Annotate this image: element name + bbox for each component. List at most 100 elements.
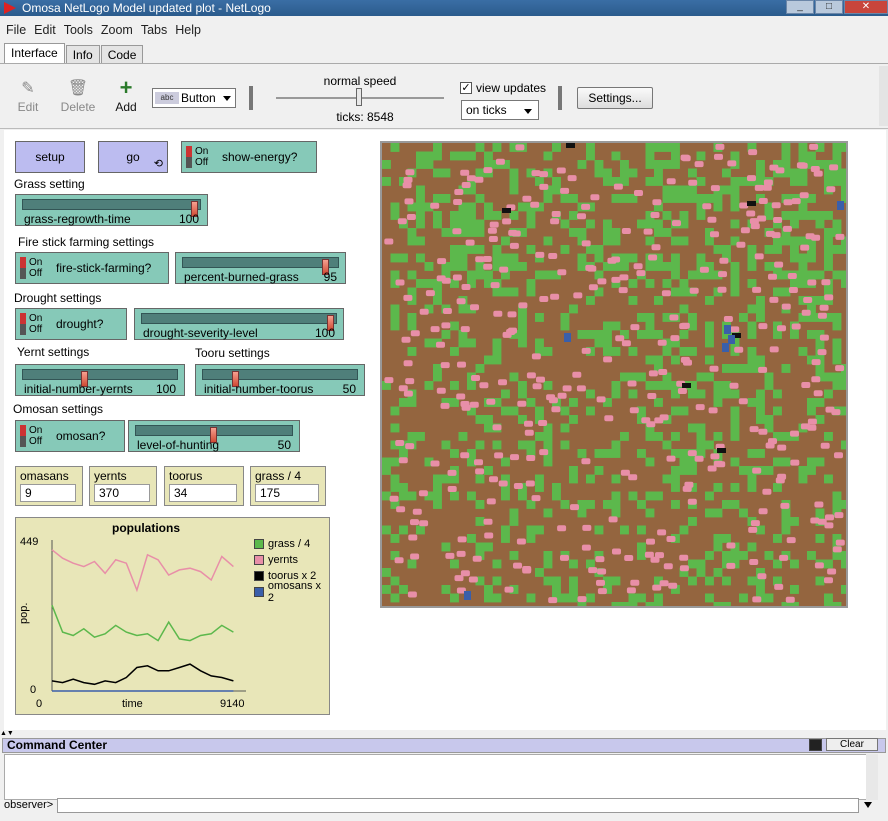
grass-patch — [739, 551, 748, 560]
grass-patch — [526, 500, 536, 509]
close-icon[interactable]: ✕ — [844, 0, 888, 14]
yernt-agent — [729, 382, 739, 389]
maximize-icon[interactable]: □ — [815, 0, 843, 14]
yernt-agent — [457, 536, 467, 543]
fire-stick-farming-switch[interactable]: On Off fire-stick-farming? — [15, 252, 169, 284]
slider-track[interactable] — [135, 425, 293, 443]
grass-patch — [679, 304, 689, 314]
grass-patch — [475, 364, 485, 373]
yernt-agent — [403, 360, 413, 367]
grass-patch — [841, 585, 846, 594]
yernt-agent — [765, 442, 775, 449]
grass-patch — [518, 338, 527, 348]
switch-on-label: On — [29, 425, 43, 436]
settings-button[interactable]: Settings... — [577, 87, 653, 109]
yernt-agent — [581, 347, 591, 354]
widget-type-dropdown[interactable]: abc Button — [152, 88, 236, 108]
drought-severity-slider[interactable]: drought-severity-level 100 — [134, 308, 344, 340]
initial-yernts-slider[interactable]: initial-number-yernts 100 — [15, 364, 185, 396]
world-view[interactable] — [380, 141, 848, 608]
menu-tabs[interactable]: Tabs — [141, 23, 167, 37]
grass-regrowth-slider[interactable]: grass-regrowth-time 100 — [15, 194, 208, 226]
slider-track[interactable] — [182, 257, 339, 275]
tab-info[interactable]: Info — [65, 45, 100, 64]
toolbar-scrollbar[interactable] — [879, 66, 888, 126]
level-of-hunting-slider[interactable]: level-of-hunting 50 — [128, 420, 300, 452]
command-output[interactable] — [4, 754, 876, 800]
tab-interface[interactable]: Interface — [4, 43, 65, 64]
populations-plot[interactable]: populations 449 0 0 9140 time pop. grass… — [15, 517, 330, 715]
command-input[interactable] — [57, 798, 872, 813]
observer-prompt[interactable]: observer> — [4, 798, 53, 812]
menu-zoom[interactable]: Zoom — [101, 23, 133, 37]
grass-patch — [399, 449, 408, 458]
slider-track[interactable] — [141, 313, 337, 331]
edit-button[interactable]: ✎ Edit — [8, 78, 48, 114]
initial-toorus-slider[interactable]: initial-number-toorus 50 — [195, 364, 365, 396]
yernt-agent — [604, 415, 614, 422]
yernt-agent — [570, 504, 579, 511]
grass-patch — [730, 364, 740, 373]
yernt-agent — [628, 474, 638, 481]
go-button[interactable]: go ⟲ — [98, 141, 168, 173]
speed-slider-handle[interactable] — [356, 88, 362, 106]
minimize-icon[interactable]: _ — [786, 0, 814, 14]
menu-file[interactable]: File — [6, 23, 26, 37]
grass-patch — [628, 279, 638, 288]
slider-track[interactable] — [22, 199, 201, 217]
grass-patch — [628, 593, 638, 603]
grass-patch — [662, 228, 672, 237]
grass-patch — [526, 279, 536, 288]
yernt-agent — [758, 198, 768, 204]
grass-patch — [662, 440, 672, 450]
yernt-agent — [595, 556, 605, 563]
grass-patch — [569, 576, 578, 586]
slider-track[interactable] — [22, 369, 178, 387]
add-button[interactable]: + Add — [106, 77, 146, 115]
grass-patch — [790, 177, 799, 186]
grass-patch — [586, 593, 595, 603]
note-grass-setting: Grass setting — [14, 177, 85, 191]
view-updates-checkbox[interactable]: ✓ — [460, 82, 472, 94]
slider-track[interactable] — [202, 369, 358, 387]
tab-code[interactable]: Code — [100, 45, 144, 64]
percent-burned-slider[interactable]: percent-burned-grass 95 — [175, 252, 346, 284]
grass-patch — [518, 262, 527, 271]
grass-patch — [475, 415, 485, 424]
command-output-scrollbar[interactable] — [866, 754, 878, 800]
yernt-agent — [774, 261, 784, 268]
grass-patch — [730, 185, 740, 195]
grass-patch — [637, 525, 646, 535]
setup-button[interactable]: setup — [15, 141, 85, 173]
update-mode-dropdown[interactable]: on ticks — [461, 100, 539, 120]
menu-help[interactable]: Help — [175, 23, 201, 37]
drought-switch[interactable]: On Off drought? — [15, 308, 127, 340]
show-energy-switch[interactable]: On Off show-energy? — [181, 141, 317, 173]
yernt-agent — [687, 498, 697, 505]
edit-label: Edit — [17, 100, 39, 114]
note-tooru: Tooru settings — [195, 346, 270, 360]
yernt-agent — [710, 231, 719, 238]
grass-patch — [458, 304, 468, 314]
menu-edit[interactable]: Edit — [34, 23, 56, 37]
grass-patch — [518, 330, 527, 339]
grass-patch — [713, 534, 723, 543]
delete-button[interactable]: 🗑 Delete — [58, 78, 98, 114]
panel-splitter[interactable]: ▲▼ — [0, 730, 888, 738]
expand-icon[interactable] — [809, 739, 822, 751]
history-dropdown-icon[interactable] — [864, 802, 872, 808]
menu-tools[interactable]: Tools — [64, 23, 93, 37]
clear-button[interactable]: Clear — [826, 738, 878, 751]
grass-patch — [501, 525, 510, 535]
grass-patch — [739, 508, 748, 518]
grass-patch — [790, 517, 799, 526]
grass-patch — [535, 525, 544, 535]
yernt-agent — [507, 311, 517, 318]
omosan-switch[interactable]: On Off omosan? — [15, 420, 125, 452]
grass-patch — [756, 406, 765, 416]
grass-patch — [781, 508, 791, 518]
grass-patch — [747, 449, 757, 458]
world-canvas[interactable] — [382, 143, 846, 606]
yernt-agent — [576, 385, 586, 392]
grass-patch — [790, 236, 799, 246]
